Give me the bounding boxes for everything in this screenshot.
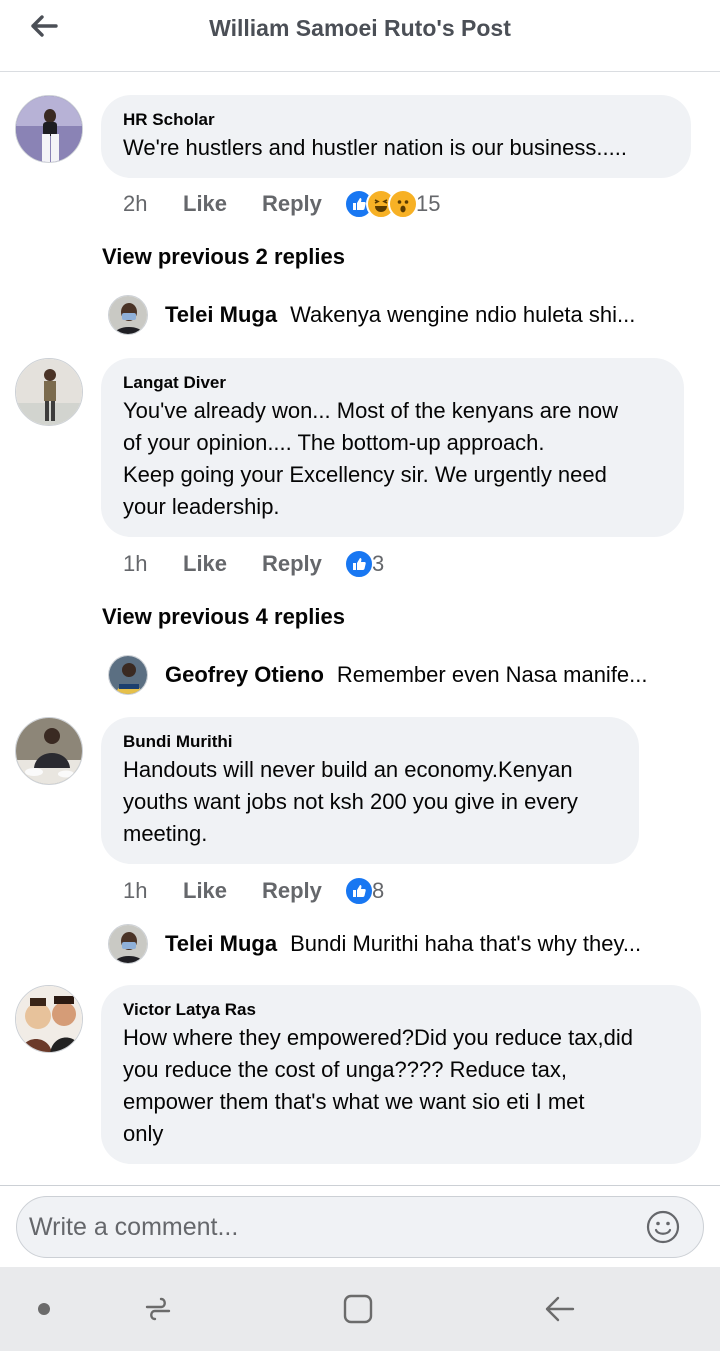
- comment-text: You've already won... Most of the kenyan…: [123, 395, 662, 523]
- reply-preview[interactable]: Telei Muga Bundi Murithi haha that's why…: [108, 923, 688, 965]
- reply-author[interactable]: Telei Muga: [165, 302, 277, 328]
- reply-button[interactable]: Reply: [262, 551, 344, 577]
- comment-text: We're hustlers and hustler nation is our…: [123, 135, 627, 160]
- view-previous-replies-link[interactable]: View previous 2 replies: [102, 244, 345, 270]
- comment-time[interactable]: 1h: [123, 551, 183, 577]
- comment-text-line: meeting.: [123, 821, 208, 846]
- comment-actions: 2h Like Reply 15: [123, 189, 440, 219]
- comment-text-line: You've already won... Most of the kenyan…: [123, 398, 619, 423]
- reply-text: Remember even Nasa manife...: [336, 662, 648, 687]
- recent-apps-button[interactable]: [138, 1289, 178, 1329]
- like-reaction-icon: [344, 549, 374, 579]
- comment-bubble[interactable]: Victor Latya Ras How where they empowere…: [101, 985, 701, 1164]
- reply-text: Bundi Murithi haha that's why they...: [290, 931, 642, 956]
- emoji-button[interactable]: [646, 1210, 680, 1244]
- comment-text-line: you reduce the cost of unga???? Reduce t…: [123, 1057, 567, 1082]
- comment-time[interactable]: 1h: [123, 878, 183, 904]
- smiley-icon: [646, 1210, 680, 1244]
- reply-button[interactable]: Reply: [262, 878, 344, 904]
- reactions-summary[interactable]: 3: [344, 549, 384, 579]
- view-previous-replies-link[interactable]: View previous 4 replies: [102, 604, 345, 630]
- comment-author[interactable]: HR Scholar: [123, 109, 669, 131]
- like-button[interactable]: Like: [183, 878, 262, 904]
- wow-reaction-icon: [388, 189, 418, 219]
- comment-author[interactable]: Bundi Murithi: [123, 731, 617, 753]
- comment-bubble[interactable]: Bundi Murithi Handouts will never build …: [101, 717, 639, 864]
- comment-actions: 1h Like Reply 8: [123, 876, 384, 906]
- recent-apps-icon: [145, 1297, 171, 1321]
- comment-text-line: of your opinion.... The bottom-up approa…: [123, 430, 545, 455]
- comment-text-line: only: [123, 1121, 164, 1146]
- avatar[interactable]: [108, 924, 148, 964]
- avatar[interactable]: [15, 985, 83, 1053]
- like-button[interactable]: Like: [183, 551, 262, 577]
- comment-text: Handouts will never build an economy.Ken…: [123, 754, 617, 850]
- avatar[interactable]: [108, 655, 148, 695]
- avatar[interactable]: [108, 295, 148, 335]
- comment-actions: 1h Like Reply 3: [123, 549, 384, 579]
- comment-author[interactable]: Langat Diver: [123, 372, 662, 394]
- comment-bubble[interactable]: HR Scholar We're hustlers and hustler na…: [101, 95, 691, 178]
- dot-icon: [38, 1303, 50, 1315]
- reply-preview[interactable]: Telei Muga Wakenya wengine ndio huleta s…: [108, 294, 688, 336]
- comments-feed[interactable]: HR Scholar We're hustlers and hustler na…: [0, 73, 720, 1185]
- page-title: William Samoei Ruto's Post: [209, 15, 511, 41]
- comment-text-line: your leadership.: [123, 494, 280, 519]
- comment-text-line: empower them that's what we want sio eti…: [123, 1089, 585, 1114]
- reply-author[interactable]: Geofrey Otieno: [165, 662, 324, 688]
- comment-time[interactable]: 2h: [123, 191, 183, 217]
- avatar[interactable]: [15, 717, 83, 785]
- avatar[interactable]: [15, 358, 83, 426]
- home-square-icon: [343, 1294, 373, 1324]
- comment-text-line: youths want jobs not ksh 200 you give in…: [123, 789, 578, 814]
- reaction-count: 15: [416, 191, 441, 216]
- reactions-summary[interactable]: 15: [344, 189, 440, 219]
- system-navigation-bar: [0, 1267, 720, 1351]
- reply-preview[interactable]: Geofrey Otieno Remember even Nasa manife…: [108, 654, 688, 696]
- comment-text-line: Handouts will never build an economy.Ken…: [123, 757, 573, 782]
- app-header: William Samoei Ruto's Post: [0, 0, 720, 72]
- like-button[interactable]: Like: [183, 191, 262, 217]
- like-reaction-icon: [344, 876, 374, 906]
- comment-text-line: Keep going your Excellency sir. We urgen…: [123, 462, 607, 487]
- nav-back-button[interactable]: [540, 1289, 580, 1329]
- comment-author[interactable]: Victor Latya Ras: [123, 999, 679, 1021]
- reaction-count: 8: [372, 878, 385, 903]
- comment-text-line: How where they empowered?Did you reduce …: [123, 1025, 633, 1050]
- comment-input[interactable]: [16, 1196, 704, 1258]
- reply-button[interactable]: Reply: [262, 191, 344, 217]
- avatar[interactable]: [15, 95, 83, 163]
- home-button[interactable]: [338, 1289, 378, 1329]
- comment-text: How where they empowered?Did you reduce …: [123, 1022, 679, 1150]
- comment-composer: [0, 1185, 720, 1267]
- reactions-summary[interactable]: 8: [344, 876, 384, 906]
- nav-dot-button[interactable]: [24, 1289, 64, 1329]
- comment-bubble[interactable]: Langat Diver You've already won... Most …: [101, 358, 684, 537]
- reply-text: Wakenya wengine ndio huleta shi...: [290, 302, 636, 327]
- reply-author[interactable]: Telei Muga: [165, 931, 277, 957]
- reaction-count: 3: [372, 551, 385, 576]
- back-arrow-icon: [545, 1296, 575, 1322]
